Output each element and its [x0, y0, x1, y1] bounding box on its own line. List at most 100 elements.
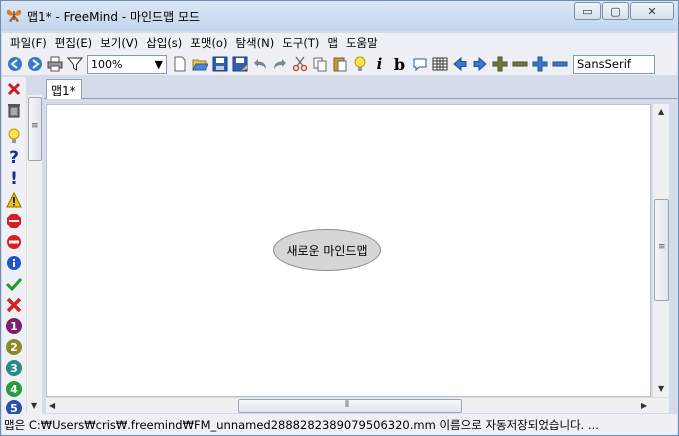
- scroll-left-icon[interactable]: ◀: [49, 401, 55, 410]
- mindmap-canvas[interactable]: 새로운 마인드맵: [46, 104, 651, 397]
- save-icon: [212, 56, 227, 72]
- zoom-in-icon: [532, 56, 547, 72]
- main-toolbar: 100% ▼ i b SansSerif: [2, 53, 677, 75]
- chevron-down-icon: ▼: [154, 57, 163, 71]
- priority-4-button[interactable]: 4: [5, 380, 23, 398]
- redo-button[interactable]: [270, 55, 289, 74]
- minimize-icon: ▭: [582, 4, 593, 18]
- note-button[interactable]: [410, 55, 429, 74]
- exclamation-icon-button[interactable]: !: [5, 169, 23, 189]
- scroll-down-icon[interactable]: ▼: [658, 384, 664, 393]
- save-button[interactable]: [210, 55, 229, 74]
- idea-icon-button[interactable]: [5, 127, 23, 145]
- tab-label: 맵1*: [51, 84, 76, 98]
- zoom-in-button[interactable]: [530, 55, 549, 74]
- save-as-icon: [232, 56, 247, 72]
- undo-icon: [253, 59, 266, 69]
- remove-button[interactable]: [510, 55, 529, 74]
- cancel-icon: [6, 297, 22, 313]
- italic-button[interactable]: i: [370, 55, 389, 74]
- menu-tools[interactable]: 도구(T): [278, 35, 323, 51]
- priority-1-button[interactable]: 1: [5, 317, 23, 335]
- idea-button[interactable]: [350, 55, 369, 74]
- grid-icon: [432, 57, 447, 71]
- menu-view[interactable]: 보기(V): [96, 35, 142, 51]
- menu-navigate[interactable]: 탐색(N): [231, 35, 278, 51]
- paste-button[interactable]: [330, 55, 349, 74]
- stop-icon: [7, 214, 21, 228]
- print-button[interactable]: [45, 55, 64, 74]
- zoom-value: 100%: [91, 57, 123, 71]
- ok-icon-button[interactable]: [5, 275, 23, 293]
- menu-insert[interactable]: 삽입(s): [142, 35, 186, 51]
- remove-all-icons-button[interactable]: [5, 101, 23, 119]
- root-node[interactable]: 새로운 마인드맵: [273, 229, 381, 271]
- info-icon-button[interactable]: [5, 254, 23, 272]
- priority-4-icon: 4: [6, 381, 22, 397]
- maximize-icon: ▢: [610, 4, 621, 18]
- icon-toolbar-scrollbar[interactable]: ≡ ▼: [26, 95, 42, 415]
- priority-2-button[interactable]: 2: [5, 338, 23, 356]
- window-title: 맵1* - FreeMind - 마인드맵 모드: [27, 10, 201, 24]
- add-button[interactable]: [490, 55, 509, 74]
- priority-1-icon: 1: [6, 318, 22, 334]
- stop-icon-button[interactable]: [5, 212, 23, 230]
- grip-icon: ≡: [658, 242, 666, 252]
- redo-icon: [273, 59, 286, 69]
- arrow-left-icon: [452, 56, 466, 72]
- app-window: 맵1* - FreeMind - 마인드맵 모드 ▭ ▢ ✕ 파일(F) 편집(…: [0, 0, 679, 436]
- back-button[interactable]: [5, 55, 24, 74]
- horizontal-scrollbar[interactable]: ◀ ⦀ ▶: [46, 397, 669, 413]
- warning-icon-button[interactable]: [5, 191, 23, 209]
- new-map-button[interactable]: [170, 55, 189, 74]
- menu-maps[interactable]: 맵: [323, 35, 342, 51]
- remove-icon-button[interactable]: [5, 80, 23, 98]
- add-icon: [492, 56, 507, 72]
- print-icon: [47, 56, 62, 72]
- cut-button[interactable]: [290, 55, 309, 74]
- zoom-out-icon: [552, 61, 567, 67]
- menu-help[interactable]: 도움말: [342, 35, 382, 51]
- menu-file[interactable]: 파일(F): [6, 35, 51, 51]
- priority-3-icon: 3: [6, 360, 22, 376]
- remove-icon: [512, 61, 527, 67]
- minimize-button[interactable]: ▭: [574, 2, 601, 20]
- vertical-scrollbar[interactable]: ▲ ≡ ▼: [652, 104, 669, 397]
- undo-button[interactable]: [250, 55, 269, 74]
- filter-button[interactable]: [65, 55, 84, 74]
- menu-format[interactable]: 포맷(o): [186, 35, 231, 51]
- save-as-button[interactable]: [230, 55, 249, 74]
- tab-map1[interactable]: 맵1*: [46, 79, 82, 99]
- scroll-down-icon[interactable]: ▼: [31, 401, 37, 410]
- stop-sign-icon-button[interactable]: [5, 233, 23, 251]
- menu-edit[interactable]: 편집(E): [51, 35, 96, 51]
- forward-button[interactable]: [25, 55, 44, 74]
- horizontal-scroll-thumb[interactable]: ⦀: [238, 399, 462, 413]
- open-button[interactable]: [190, 55, 209, 74]
- zoom-out-button[interactable]: [550, 55, 569, 74]
- stop-sign-icon: [7, 235, 21, 249]
- copy-button[interactable]: [310, 55, 329, 74]
- bold-button[interactable]: b: [390, 55, 409, 74]
- priority-3-button[interactable]: 3: [5, 359, 23, 377]
- cut-icon: [292, 56, 307, 72]
- question-icon-button[interactable]: ?: [5, 148, 23, 168]
- font-value: SansSerif: [577, 57, 631, 71]
- maximize-button[interactable]: ▢: [602, 2, 629, 20]
- idea-icon: [8, 128, 20, 143]
- scroll-right-icon[interactable]: ▶: [641, 401, 647, 410]
- title-bar[interactable]: 맵1* - FreeMind - 마인드맵 모드 ▭ ▢ ✕: [1, 1, 678, 31]
- vertical-scroll-thumb[interactable]: ≡: [654, 199, 669, 301]
- cancel-icon-button[interactable]: [5, 296, 23, 314]
- close-button[interactable]: ✕: [630, 2, 674, 20]
- bold-icon: b: [393, 54, 406, 74]
- freemind-butterfly-icon: [5, 6, 23, 24]
- zoom-select[interactable]: 100% ▼: [87, 54, 167, 74]
- font-select[interactable]: SansSerif: [573, 54, 655, 74]
- arrow-left-button[interactable]: [450, 55, 469, 74]
- arrow-right-button[interactable]: [470, 55, 489, 74]
- question-icon: ?: [9, 148, 19, 168]
- grid-button[interactable]: [430, 55, 449, 74]
- status-bar: 맵은 C:₩Users₩cris₩.freemind₩FM_unnamed288…: [2, 414, 677, 435]
- scroll-up-icon[interactable]: ▲: [658, 107, 664, 116]
